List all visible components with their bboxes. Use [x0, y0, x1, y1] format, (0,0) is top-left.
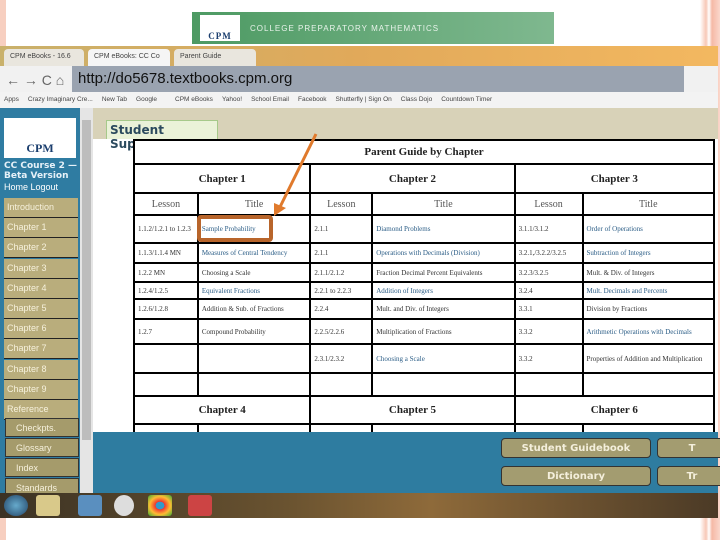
arrow-line: [277, 133, 318, 210]
arrow-annotation: [274, 133, 318, 216]
